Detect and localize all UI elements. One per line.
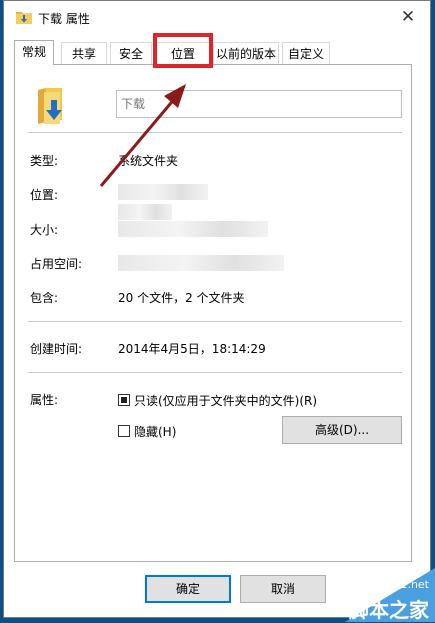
size-on-disk-label: 占用空间:: [30, 257, 83, 271]
close-button[interactable]: ✕: [396, 5, 420, 29]
hidden-checkbox-label[interactable]: 隐藏(H): [134, 423, 176, 440]
tab-customize[interactable]: 自定义: [282, 42, 330, 64]
size-label: 大小:: [30, 223, 59, 237]
contains-value: 20 个文件，2 个文件夹: [118, 291, 245, 305]
divider: [28, 372, 402, 373]
created-label: 创建时间:: [30, 342, 83, 356]
size-value-redacted: [118, 221, 268, 237]
contains-label: 包含:: [30, 291, 59, 305]
divider: [28, 321, 402, 322]
size-on-disk-value-redacted: [118, 255, 284, 271]
watermark: jb51.net 脚本之家: [315, 560, 435, 622]
type-value: 系统文件夹: [118, 154, 179, 168]
created-value: 2014年4月5日，18:14:29: [118, 342, 266, 356]
advanced-button[interactable]: 高级(D)...: [282, 416, 402, 444]
folder-download-icon: [38, 88, 62, 124]
hidden-checkbox[interactable]: [118, 425, 130, 437]
location-value-redacted: [118, 184, 208, 200]
attributes-label: 属性:: [30, 393, 59, 407]
type-label: 类型:: [30, 154, 59, 168]
folder-download-icon: [16, 12, 32, 24]
readonly-checkbox[interactable]: [118, 394, 130, 406]
tab-strip: 常规 共享 安全 位置 以前的版本 自定义: [14, 40, 414, 65]
title-bar[interactable]: 下载 属性 ✕: [4, 1, 430, 33]
watermark-text: 脚本之家: [349, 598, 429, 622]
ok-button[interactable]: 确定: [145, 575, 231, 603]
cancel-button[interactable]: 取消: [240, 575, 326, 603]
window-title: 下载 属性: [38, 12, 90, 26]
tab-general[interactable]: 常规: [14, 40, 54, 65]
close-icon: ✕: [400, 7, 416, 27]
folder-name-input[interactable]: [116, 90, 402, 118]
general-panel: [14, 64, 412, 562]
tab-security[interactable]: 安全: [110, 42, 152, 64]
tab-sharing[interactable]: 共享: [61, 42, 107, 64]
readonly-checkbox-label[interactable]: 只读(仅应用于文件夹中的文件)(R): [134, 392, 317, 409]
divider: [28, 132, 402, 133]
location-tab-highlight: [153, 33, 213, 68]
tab-previous-versions[interactable]: 以前的版本: [213, 42, 279, 64]
location-label: 位置:: [30, 188, 59, 202]
location-value-redacted-2: [118, 204, 172, 220]
watermark-url: jb51.net: [383, 578, 429, 591]
